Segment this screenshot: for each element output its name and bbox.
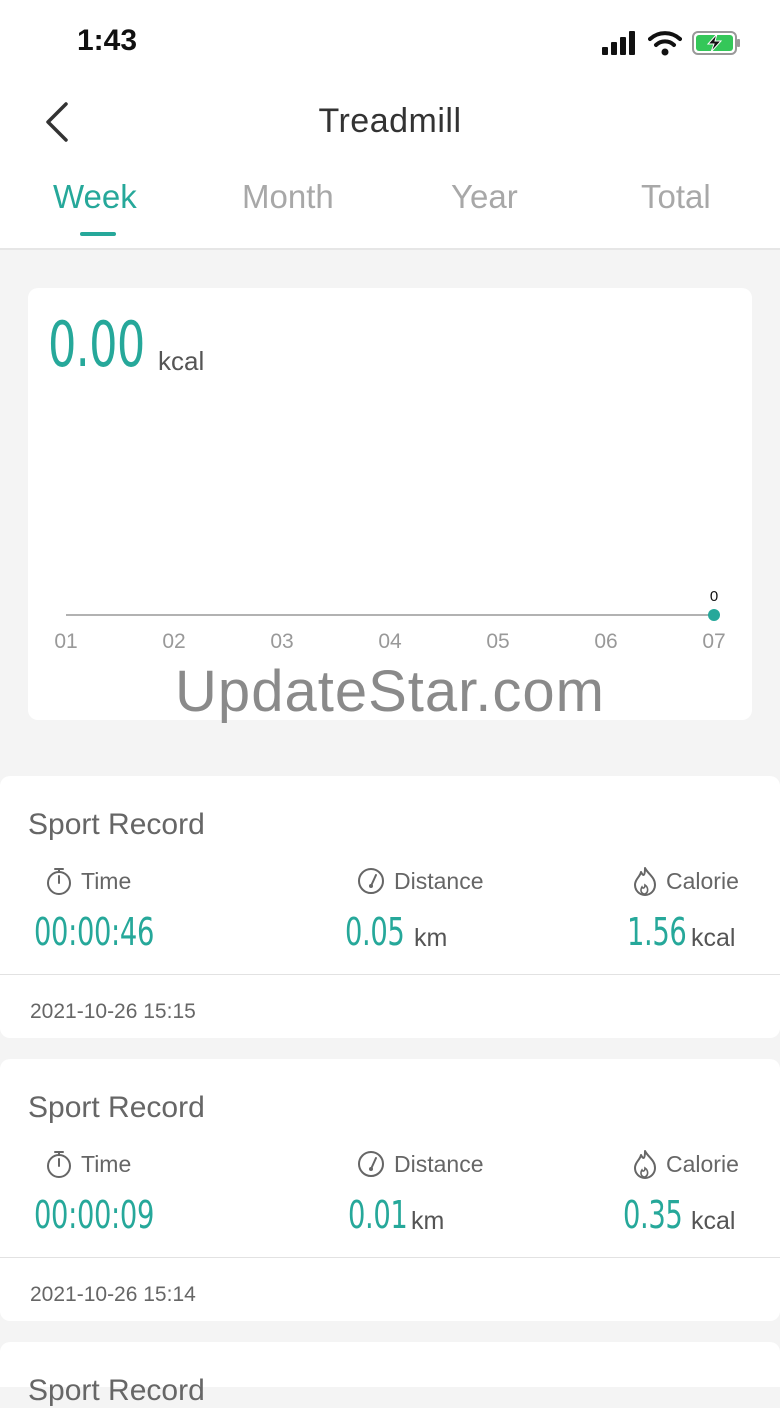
calorie-value: 1.56 <box>627 910 687 954</box>
status-bar: 1:43 <box>0 0 780 84</box>
divider <box>0 1257 780 1258</box>
x-tick-label: 05 <box>486 630 509 653</box>
flame-icon <box>634 1150 656 1179</box>
stopwatch-icon <box>47 1151 71 1178</box>
speedometer-icon <box>358 868 384 894</box>
wifi-icon <box>648 31 682 56</box>
calorie-unit: kcal <box>691 1207 736 1235</box>
flame-icon <box>634 867 656 896</box>
nav-bar: Treadmill <box>0 84 780 160</box>
distance-value: 0.05 <box>345 910 405 954</box>
summary-card: 0.00 kcal 01 02 03 04 05 06 07 0 UpdateStar.com <box>28 288 752 724</box>
sport-record-card[interactable]: Sport Record Time Distance Calorie 00:00… <box>0 776 780 1038</box>
time-value: 00:00:09 <box>34 1193 155 1237</box>
time-label: Time <box>45 1149 131 1179</box>
distance-label: Distance <box>356 866 483 896</box>
x-tick-label: 04 <box>378 630 402 653</box>
calorie-value: 0.35 <box>623 1193 683 1237</box>
watermark: UpdateStar.com <box>175 659 605 724</box>
distance-unit: km <box>411 1207 445 1235</box>
x-tick-label: 01 <box>54 630 77 653</box>
x-tick-label: 02 <box>162 630 185 653</box>
time-label-text: Time <box>81 1150 132 1177</box>
calorie-unit: kcal <box>691 924 736 952</box>
calorie-label-text: Calorie <box>666 1150 739 1177</box>
time-value: 00:00:46 <box>34 910 155 954</box>
x-tick-label: 07 <box>702 630 725 653</box>
cellular-signal-icon <box>602 31 635 55</box>
battery-charging-icon <box>692 31 740 55</box>
tab-month[interactable]: Month <box>242 178 334 216</box>
tab-week[interactable]: Week <box>53 178 137 216</box>
active-tab-indicator <box>80 232 116 236</box>
tab-year[interactable]: Year <box>451 178 518 216</box>
calorie-label: Calorie <box>632 1149 739 1179</box>
distance-value: 0.01 <box>348 1193 408 1237</box>
x-tick-label: 06 <box>594 630 617 653</box>
sport-record-card[interactable]: Sport Record Time Distance Calorie 00:00… <box>0 1059 780 1321</box>
sport-record-card[interactable]: Sport Record <box>0 1342 780 1407</box>
tab-total[interactable]: Total <box>641 178 711 216</box>
data-point[interactable] <box>708 609 720 621</box>
record-date: 2021-10-26 15:15 <box>30 1000 196 1023</box>
record-title: Sport Record <box>28 1091 205 1124</box>
status-icons <box>602 30 742 56</box>
record-title: Sport Record <box>28 1374 205 1407</box>
record-title: Sport Record <box>28 808 205 841</box>
period-tabs: Week Month Year Total <box>0 160 780 250</box>
weekly-calorie-chart: 01 02 03 04 05 06 07 0 <box>54 588 725 653</box>
distance-label-text: Distance <box>394 1150 484 1177</box>
page-title: Treadmill <box>318 102 462 140</box>
time-label-text: Time <box>81 867 132 894</box>
distance-unit: km <box>414 924 448 952</box>
time-label: Time <box>45 866 131 896</box>
calorie-label-text: Calorie <box>666 867 739 894</box>
stopwatch-icon <box>47 868 71 895</box>
distance-label: Distance <box>356 1149 483 1179</box>
data-label: 0 <box>710 588 718 605</box>
status-time: 1:43 <box>77 24 138 57</box>
record-date: 2021-10-26 15:14 <box>30 1283 196 1306</box>
distance-label-text: Distance <box>394 867 484 894</box>
calorie-label: Calorie <box>632 866 739 896</box>
x-tick-label: 03 <box>270 630 293 653</box>
divider <box>0 974 780 975</box>
speedometer-icon <box>358 1151 384 1177</box>
